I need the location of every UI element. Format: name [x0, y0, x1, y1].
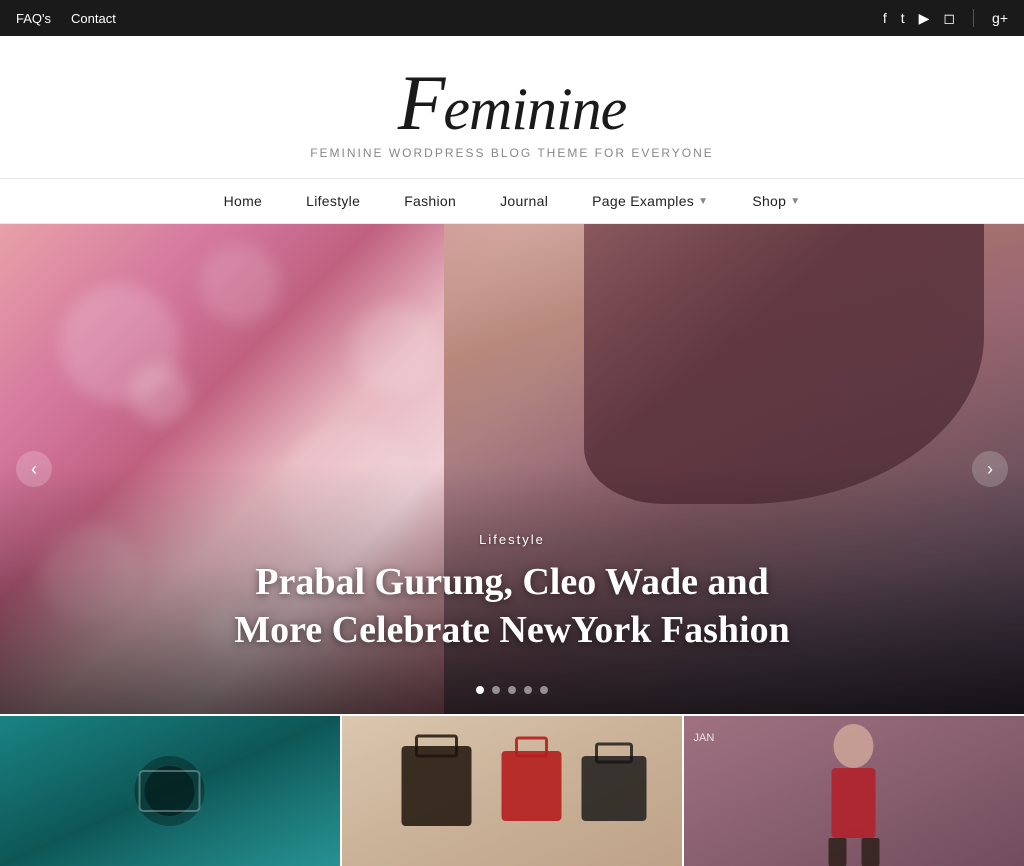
top-bar: FAQ's Contact f t ▶ ◻ g+	[0, 0, 1024, 36]
hero-section: Lifestyle Prabal Gurung, Cleo Wade andMo…	[0, 224, 1024, 714]
divider	[973, 9, 974, 27]
hero-dots	[476, 686, 548, 694]
hero-dot-3[interactable]	[508, 686, 516, 694]
main-nav: Home Lifestyle Fashion Journal Page Exam…	[202, 179, 823, 223]
facebook-icon[interactable]: f	[883, 10, 887, 26]
nav-home[interactable]: Home	[202, 179, 285, 223]
nav-fashion[interactable]: Fashion	[382, 179, 478, 223]
instagram-icon[interactable]: ◻	[943, 10, 955, 27]
google-plus-icon[interactable]: g+	[992, 10, 1008, 26]
svg-text:JAN: JAN	[694, 732, 715, 744]
nav-lifestyle[interactable]: Lifestyle	[284, 179, 382, 223]
faqs-link[interactable]: FAQ's	[16, 11, 51, 26]
hero-dot-2[interactable]	[492, 686, 500, 694]
twitter-icon[interactable]: t	[901, 10, 905, 26]
contact-link[interactable]: Contact	[71, 11, 116, 26]
nav-shop[interactable]: Shop ▼	[730, 179, 822, 223]
bokeh-3	[130, 364, 190, 424]
youtube-icon[interactable]: ▶	[919, 10, 930, 27]
page-examples-dropdown-icon: ▼	[698, 196, 708, 207]
bokeh-7	[350, 304, 440, 394]
hero-dot-1[interactable]	[476, 686, 484, 694]
social-links: f t ▶ ◻ g+	[883, 9, 1008, 27]
site-logo[interactable]: Feminine	[398, 64, 627, 142]
nav-journal[interactable]: Journal	[478, 179, 570, 223]
hero-dot-5[interactable]	[540, 686, 548, 694]
card-teal[interactable]	[0, 716, 340, 866]
card-fashion[interactable]: JAN	[682, 716, 1024, 866]
site-header: Feminine Feminine WordPress Blog Theme F…	[0, 36, 1024, 178]
hero-dot-4[interactable]	[524, 686, 532, 694]
hero-prev-button[interactable]: ‹	[16, 451, 52, 487]
site-tagline: Feminine WordPress Blog Theme For Everyo…	[310, 146, 714, 160]
cards-row: JAN	[0, 716, 1024, 866]
hero-title: Prabal Gurung, Cleo Wade andMore Celebra…	[212, 559, 812, 654]
hero-content: Lifestyle Prabal Gurung, Cleo Wade andMo…	[212, 532, 812, 654]
shop-dropdown-icon: ▼	[790, 196, 800, 207]
top-bar-links: FAQ's Contact	[16, 11, 116, 26]
hero-category: Lifestyle	[212, 532, 812, 547]
nav-page-examples[interactable]: Page Examples ▼	[570, 179, 730, 223]
nav-bar: Home Lifestyle Fashion Journal Page Exam…	[0, 178, 1024, 224]
bokeh-2	[200, 244, 280, 324]
hero-next-button[interactable]: ›	[972, 451, 1008, 487]
card-bags[interactable]	[340, 716, 682, 866]
